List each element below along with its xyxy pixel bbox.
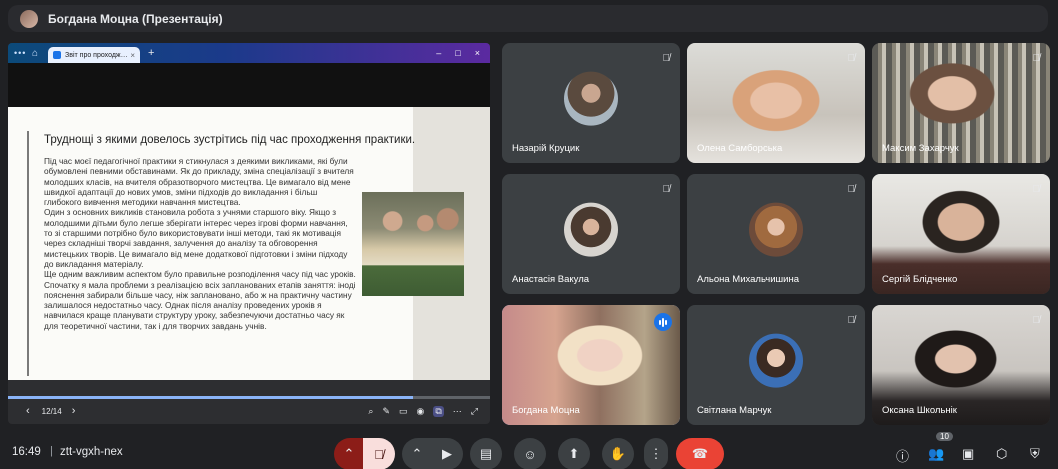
present-view-icon[interactable]: ⧉: [433, 405, 444, 417]
mic-off-icon: 🎙̸: [662, 53, 671, 64]
participant-name: Альона Михальчишина: [697, 274, 799, 285]
participant-name: Сергій Блідченко: [882, 274, 958, 285]
captions-button[interactable]: ▤: [470, 438, 502, 469]
participant-tile[interactable]: 🎙̸ Олена Самборська: [687, 43, 865, 163]
raise-hand-button[interactable]: ✋: [602, 438, 634, 469]
participant-tile[interactable]: 🎙̸ Анастасія Вакула: [502, 174, 680, 294]
activities-icon[interactable]: ⬡: [996, 446, 1007, 462]
menu-dots-icon: •••: [14, 48, 27, 58]
participant-tile[interactable]: 🎙̸ Світлана Марчук: [687, 305, 865, 425]
reactions-button[interactable]: ☺: [514, 438, 546, 469]
presentation-controls: ‹ 12/14 › ⌕ ✎ ▭ ◉ ⧉ ⋯ ⤢: [8, 401, 490, 421]
participant-tile[interactable]: 🎙̸ Назарій Круцик: [502, 43, 680, 163]
avatar: [749, 202, 803, 257]
mic-off-icon: 🎙̸: [662, 184, 671, 195]
slide-title: Труднощі з якими довелось зустрітись під…: [44, 134, 416, 146]
home-icon: ⌂: [32, 47, 39, 59]
avatar: [564, 202, 618, 257]
mic-off-icon: 🎙̸: [847, 184, 856, 195]
participant-name: Світлана Марчук: [697, 405, 772, 416]
video-options-button[interactable]: ⌃: [402, 438, 432, 469]
browser-tab-bar: ••• ⌂ Звіт про проходж… × + – □ ×: [8, 43, 490, 63]
more-options-icon[interactable]: ⋯: [453, 406, 462, 417]
participant-name: Богдана Моцна: [512, 405, 580, 416]
meeting-controls-bar: 16:49 | ztt-vgxh-nex ⌃ 🎙̸ ⌃ ▶ ▤ ☺ ⬆ ✋ ⋮ …: [0, 432, 1058, 469]
mic-toggle-button[interactable]: 🎙̸: [363, 438, 395, 469]
window-close-icon: ×: [474, 48, 480, 58]
mic-off-icon: 🎙̸: [1032, 53, 1041, 64]
participant-tile[interactable]: 🎙̸ Оксана Школьнік: [872, 305, 1050, 425]
presenter-bar: Богдана Моцна (Презентація): [8, 5, 1048, 32]
minimize-icon: –: [436, 48, 442, 58]
presenter-avatar: [20, 9, 38, 28]
chat-icon[interactable]: ▣: [962, 446, 974, 462]
avatar: [564, 71, 618, 126]
slide-photo: [362, 192, 464, 296]
prev-slide-button[interactable]: ‹: [26, 405, 30, 417]
captions-icon[interactable]: ▭: [399, 406, 408, 417]
tab-close-icon: ×: [130, 50, 135, 60]
next-slide-button[interactable]: ›: [72, 405, 76, 417]
slide-body: Під час моєї педагогічної практики я сти…: [44, 156, 356, 331]
more-options-button[interactable]: ⋮: [644, 438, 668, 469]
speaking-indicator-icon: [654, 313, 672, 331]
new-tab-icon: +: [148, 47, 155, 59]
slide: Труднощі з якими довелось зустрітись під…: [8, 107, 490, 380]
tab-favicon-icon: [53, 51, 61, 59]
browser-tab: Звіт про проходж… ×: [48, 47, 140, 63]
participant-name: Анастасія Вакула: [512, 274, 590, 285]
zoom-icon[interactable]: ⌕: [368, 406, 373, 417]
people-count-badge: 10: [936, 432, 953, 441]
mic-off-icon: 🎙̸: [1032, 184, 1041, 195]
participant-name: Олена Самборська: [697, 143, 783, 154]
broadcast-icon[interactable]: ◉: [417, 406, 425, 417]
camera-toggle-button[interactable]: ▶: [431, 438, 463, 469]
presentation-panel[interactable]: ••• ⌂ Звіт про проходж… × + – □ × Трудно…: [8, 43, 490, 424]
maximize-icon: □: [455, 48, 461, 58]
clock: 16:49: [12, 446, 41, 458]
participant-name: Оксана Школьнік: [882, 405, 957, 416]
participant-tile[interactable]: 🎙̸ Сергій Блідченко: [872, 174, 1050, 294]
audio-options-button[interactable]: ⌃: [334, 438, 364, 469]
participant-tile-active[interactable]: Богдана Моцна: [502, 305, 680, 425]
present-button[interactable]: ⬆: [558, 438, 590, 469]
mic-off-icon: 🎙̸: [847, 53, 856, 64]
participant-tile[interactable]: 🎙̸ Альона Михальчишина: [687, 174, 865, 294]
participant-name: Максим Захарчук: [882, 143, 959, 154]
page-indicator: 12/14: [41, 406, 62, 416]
participant-name: Назарій Круцик: [512, 143, 580, 154]
presenter-title: Богдана Моцна (Презентація): [48, 11, 223, 26]
draw-icon[interactable]: ✎: [382, 406, 390, 417]
avatar: [749, 333, 803, 388]
presentation-progress: [8, 396, 490, 399]
mic-off-icon: 🎙̸: [1032, 315, 1041, 326]
leave-call-button[interactable]: ☎: [676, 438, 724, 469]
browser-tab-title: Звіт про проходж…: [65, 51, 128, 59]
fullscreen-icon[interactable]: ⤢: [471, 406, 478, 417]
mic-off-icon: 🎙̸: [847, 315, 856, 326]
people-icon[interactable]: 👥: [928, 446, 944, 462]
meeting-info-icon[interactable]: ⓘ: [896, 446, 909, 465]
host-controls-icon[interactable]: ⛨: [1030, 446, 1040, 462]
participant-tile[interactable]: 🎙̸ Максим Захарчук: [872, 43, 1050, 163]
meeting-code: ztt-vgxh-nex: [60, 446, 123, 458]
